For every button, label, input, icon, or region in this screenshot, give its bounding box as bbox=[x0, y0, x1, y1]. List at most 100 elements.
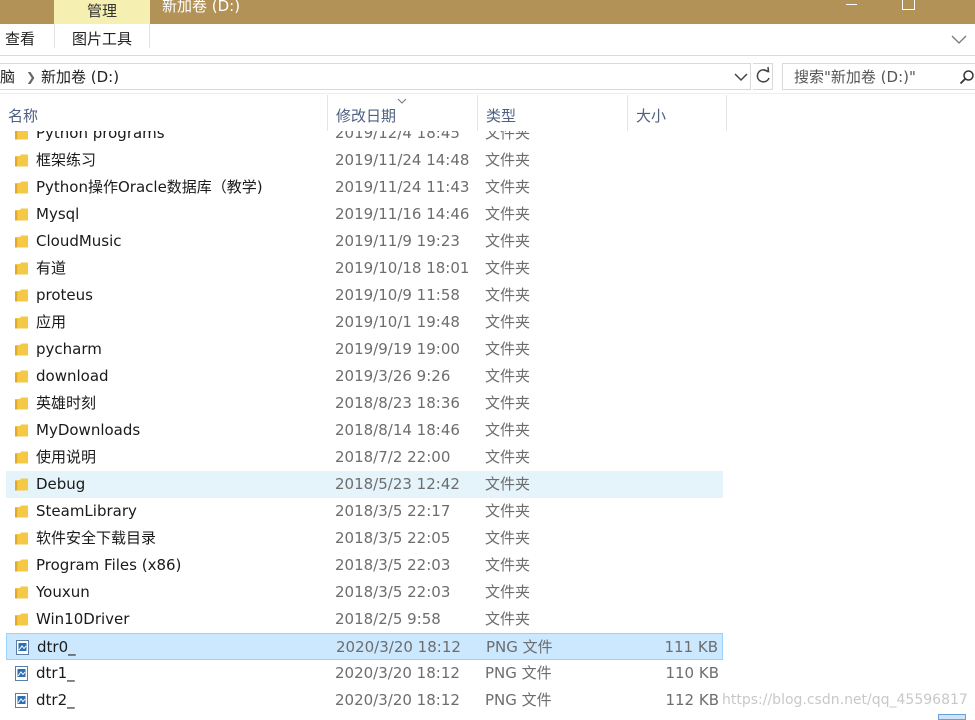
folder-icon bbox=[15, 477, 28, 492]
folder-icon bbox=[15, 369, 28, 384]
file-row[interactable]: 框架练习 2019/11/24 14:48 文件夹 bbox=[6, 147, 723, 174]
file-type: 文件夹 bbox=[485, 367, 531, 385]
file-name: Program Files (x86) bbox=[36, 556, 182, 574]
file-date: 2019/11/9 19:23 bbox=[335, 232, 460, 250]
file-row[interactable]: Youxun 2018/3/5 22:03 文件夹 bbox=[6, 579, 723, 606]
file-name: 软件安全下载目录 bbox=[36, 529, 157, 547]
file-row[interactable]: proteus 2019/10/9 11:58 文件夹 bbox=[6, 282, 723, 309]
file-row[interactable]: 应用 2019/10/1 19:48 文件夹 bbox=[6, 309, 723, 336]
chevron-down-icon[interactable] bbox=[950, 30, 968, 48]
png-file-icon bbox=[16, 640, 29, 655]
folder-icon bbox=[15, 612, 28, 627]
file-type: 文件夹 bbox=[485, 151, 531, 169]
tab-manage[interactable]: 管理 bbox=[54, 0, 150, 24]
png-file-icon bbox=[15, 693, 28, 708]
folder-icon bbox=[15, 531, 28, 546]
file-date: 2019/11/16 14:46 bbox=[335, 205, 470, 223]
file-type: 文件夹 bbox=[485, 394, 531, 412]
file-date: 2019/12/4 18:45 bbox=[335, 131, 460, 142]
file-date: 2018/8/23 18:36 bbox=[335, 394, 460, 412]
file-type: 文件夹 bbox=[485, 259, 531, 277]
file-row[interactable]: Python programs 2019/12/4 18:45 文件夹 bbox=[6, 131, 723, 147]
file-type: 文件夹 bbox=[485, 475, 531, 493]
file-row[interactable]: dtr0_ 2020/3/20 18:12 PNG 文件 111 KB bbox=[6, 633, 723, 660]
file-row[interactable]: CloudMusic 2019/11/9 19:23 文件夹 bbox=[6, 228, 723, 255]
folder-icon bbox=[15, 288, 28, 303]
column-header-type[interactable]: 类型 bbox=[477, 95, 627, 131]
search-input[interactable]: 搜索"新加卷 (D:)" bbox=[782, 63, 975, 90]
file-row[interactable]: 英雄时刻 2018/8/23 18:36 文件夹 bbox=[6, 390, 723, 417]
tab-view[interactable]: 查看 bbox=[5, 24, 35, 55]
folder-icon bbox=[15, 396, 28, 411]
file-type: 文件夹 bbox=[485, 556, 531, 574]
folder-icon bbox=[15, 180, 28, 195]
resize-grip[interactable] bbox=[938, 714, 966, 720]
file-name: 使用说明 bbox=[36, 448, 97, 466]
file-date: 2019/9/19 19:00 bbox=[335, 340, 460, 358]
file-name: dtr0_ bbox=[37, 638, 76, 656]
breadcrumb-this-pc[interactable]: 脑 bbox=[0, 64, 15, 90]
minimize-icon[interactable] bbox=[846, 0, 860, 24]
file-row[interactable]: 使用说明 2018/7/2 22:00 文件夹 bbox=[6, 444, 723, 471]
png-file-icon bbox=[15, 666, 28, 681]
divider bbox=[149, 24, 150, 48]
tab-picture-tools[interactable]: 图片工具 bbox=[72, 24, 132, 55]
folder-icon bbox=[15, 504, 28, 519]
address-bar[interactable]: 脑 ❯ 新加卷 (D:) bbox=[0, 63, 751, 90]
file-name: SteamLibrary bbox=[36, 502, 137, 520]
file-size: 111 KB bbox=[664, 638, 718, 656]
window-title: 新加卷 (D:) bbox=[162, 0, 241, 15]
search-icon[interactable] bbox=[959, 69, 975, 85]
file-name: download bbox=[36, 367, 109, 385]
file-type: 文件夹 bbox=[485, 205, 531, 223]
file-type: PNG 文件 bbox=[486, 638, 553, 656]
file-row[interactable]: 有道 2019/10/18 18:01 文件夹 bbox=[6, 255, 723, 282]
refresh-button[interactable] bbox=[753, 63, 773, 90]
file-row[interactable]: 软件安全下载目录 2018/3/5 22:05 文件夹 bbox=[6, 525, 723, 552]
sort-descending-icon bbox=[397, 98, 407, 104]
file-name: proteus bbox=[36, 286, 93, 304]
folder-icon bbox=[15, 153, 28, 168]
column-header-name[interactable]: 名称 bbox=[0, 95, 327, 131]
file-row[interactable]: dtr2_ 2020/3/20 18:12 PNG 文件 112 KB bbox=[6, 687, 723, 714]
file-type: 文件夹 bbox=[485, 232, 531, 250]
file-row[interactable]: download 2019/3/26 9:26 文件夹 bbox=[6, 363, 723, 390]
file-date: 2019/10/18 18:01 bbox=[335, 259, 470, 277]
file-type: 文件夹 bbox=[485, 448, 531, 466]
folder-icon bbox=[15, 558, 28, 573]
title-bar: 管理 新加卷 (D:) bbox=[0, 0, 975, 24]
file-type: 文件夹 bbox=[485, 421, 531, 439]
file-row[interactable]: MyDownloads 2018/8/14 18:46 文件夹 bbox=[6, 417, 723, 444]
file-row[interactable]: Debug 2018/5/23 12:42 文件夹 bbox=[6, 471, 723, 498]
file-type: PNG 文件 bbox=[485, 664, 552, 682]
file-date: 2018/2/5 9:58 bbox=[335, 610, 441, 628]
file-date: 2018/3/5 22:03 bbox=[335, 556, 451, 574]
file-type: 文件夹 bbox=[485, 610, 531, 628]
folder-icon bbox=[15, 131, 28, 141]
file-name: 框架练习 bbox=[36, 151, 97, 169]
file-type: 文件夹 bbox=[485, 583, 531, 601]
file-name: Mysql bbox=[36, 205, 80, 223]
maximize-icon[interactable] bbox=[902, 0, 916, 24]
file-row[interactable]: dtr1_ 2020/3/20 18:12 PNG 文件 110 KB bbox=[6, 660, 723, 687]
file-date: 2019/11/24 11:43 bbox=[335, 178, 470, 196]
divider bbox=[54, 24, 55, 48]
folder-icon bbox=[15, 234, 28, 249]
file-row[interactable]: pycharm 2019/9/19 19:00 文件夹 bbox=[6, 336, 723, 363]
file-row[interactable]: Program Files (x86) 2018/3/5 22:03 文件夹 bbox=[6, 552, 723, 579]
file-row[interactable]: Mysql 2019/11/16 14:46 文件夹 bbox=[6, 201, 723, 228]
breadcrumb-drive[interactable]: 新加卷 (D:) bbox=[41, 64, 119, 90]
refresh-icon bbox=[756, 66, 770, 83]
file-row[interactable]: Win10Driver 2018/2/5 9:58 文件夹 bbox=[6, 606, 723, 633]
file-size: 110 KB bbox=[665, 664, 719, 682]
file-row[interactable]: SteamLibrary 2018/3/5 22:17 文件夹 bbox=[6, 498, 723, 525]
file-type: 文件夹 bbox=[485, 178, 531, 196]
chevron-down-icon[interactable] bbox=[733, 67, 749, 87]
column-header-size[interactable]: 大小 bbox=[627, 95, 727, 131]
file-name: Python操作Oracle数据库（教学) bbox=[36, 178, 263, 196]
file-type: 文件夹 bbox=[485, 340, 531, 358]
file-type: 文件夹 bbox=[485, 502, 531, 520]
chevron-right-icon[interactable]: ❯ bbox=[26, 64, 36, 90]
file-date: 2019/3/26 9:26 bbox=[335, 367, 451, 385]
file-row[interactable]: Python操作Oracle数据库（教学) 2019/11/24 11:43 文件夹 bbox=[6, 174, 723, 201]
